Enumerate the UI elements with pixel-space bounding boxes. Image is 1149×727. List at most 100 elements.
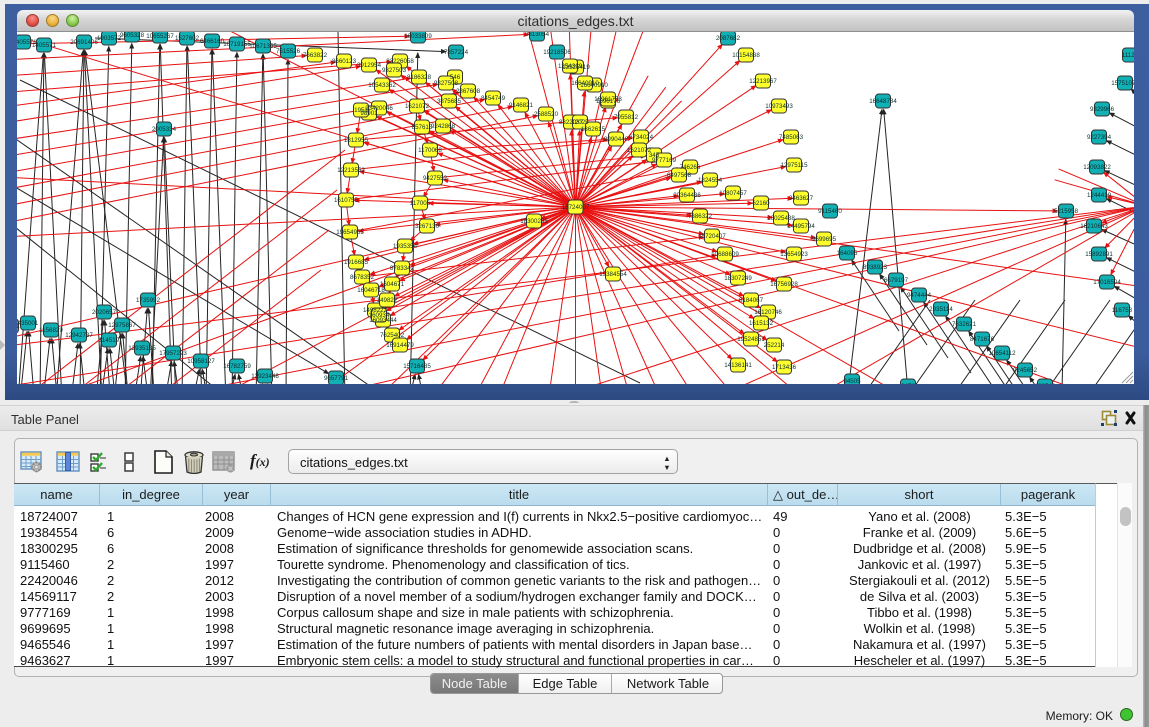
svg-text:7625402: 7625402 <box>380 332 405 339</box>
svg-text:8476: 8476 <box>901 383 915 384</box>
svg-text:16120746: 16120746 <box>754 309 782 316</box>
svg-text:746266: 746266 <box>680 164 701 171</box>
svg-text:9227394: 9227394 <box>1087 134 1112 141</box>
svg-text:1713436: 1713436 <box>772 364 797 371</box>
svg-text:12213552: 12213552 <box>337 167 365 174</box>
svg-text:12935135: 12935135 <box>128 345 156 352</box>
svg-text:14495794: 14495794 <box>787 223 815 230</box>
svg-text:10973493: 10973493 <box>765 103 793 110</box>
svg-text:2005334: 2005334 <box>152 126 177 133</box>
svg-text:1824554: 1824554 <box>698 177 723 184</box>
svg-text:9329966: 9329966 <box>1090 106 1115 113</box>
svg-text:164095: 164095 <box>837 250 858 257</box>
svg-text:16046718: 16046718 <box>357 287 385 294</box>
svg-text:7485063: 7485063 <box>779 134 804 141</box>
svg-text:7663822: 7663822 <box>303 52 328 59</box>
svg-text:94505: 94505 <box>843 378 861 384</box>
svg-text:435001: 435001 <box>18 320 39 327</box>
svg-text:16961758: 16961758 <box>594 96 622 103</box>
svg-text:19218506: 19218506 <box>543 49 571 56</box>
svg-text:12213967: 12213967 <box>749 78 777 85</box>
svg-text:6679197: 6679197 <box>884 277 909 284</box>
svg-text:1935354: 1935354 <box>393 243 418 250</box>
svg-text:3875685: 3875685 <box>437 98 462 105</box>
svg-text:9327508: 9327508 <box>434 80 459 87</box>
svg-text:857613: 857613 <box>412 124 433 131</box>
svg-text:20691406: 20691406 <box>70 39 98 46</box>
svg-text:6466160: 6466160 <box>200 38 225 45</box>
svg-text:9777169: 9777169 <box>652 157 677 164</box>
svg-text:252214: 252214 <box>764 342 785 349</box>
svg-text:13654923: 13654923 <box>780 251 808 258</box>
svg-text:1953: 1953 <box>354 107 368 114</box>
svg-text:12923448: 12923448 <box>251 373 279 380</box>
svg-text:9427552: 9427552 <box>423 175 448 182</box>
svg-text:16033809: 16033809 <box>404 33 432 40</box>
svg-text:7515526: 7515526 <box>276 48 301 55</box>
svg-text:15720407: 15720407 <box>698 233 726 240</box>
svg-text:18307249: 18307249 <box>724 275 752 282</box>
svg-text:1735992: 1735992 <box>136 297 161 304</box>
svg-text:9463627: 9463627 <box>789 195 814 202</box>
svg-text:1527602: 1527602 <box>175 35 200 42</box>
svg-text:8938923: 8938923 <box>863 264 888 271</box>
svg-text:19384554: 19384554 <box>599 271 627 278</box>
svg-text:14136141: 14136141 <box>724 362 752 369</box>
svg-text:7386322: 7386322 <box>688 213 713 220</box>
svg-text:2020657: 2020657 <box>92 309 117 316</box>
svg-text:15892891: 15892891 <box>1085 251 1113 258</box>
svg-text:20364436: 20364436 <box>673 192 701 199</box>
svg-text:10719155: 10719155 <box>223 41 251 48</box>
svg-text:6497568: 6497568 <box>667 172 692 179</box>
svg-text:160934: 160934 <box>369 312 390 319</box>
svg-text:10958127: 10958127 <box>187 358 215 365</box>
svg-text:10654112: 10654112 <box>988 350 1016 357</box>
svg-text:9474444: 9474444 <box>907 292 932 299</box>
svg-text:1621072: 1621072 <box>405 103 430 110</box>
svg-text:8660123: 8660123 <box>332 58 357 65</box>
svg-text:8678352: 8678352 <box>350 274 375 281</box>
svg-text:7955812: 7955812 <box>614 114 639 121</box>
svg-text:2087682: 2087682 <box>716 35 741 42</box>
svg-text:7632621: 7632621 <box>952 321 977 328</box>
svg-text:9699695: 9699695 <box>812 236 837 243</box>
svg-text:10154838: 10154838 <box>732 52 760 59</box>
svg-text:3267130: 3267130 <box>415 223 440 230</box>
svg-text:1916685: 1916685 <box>344 259 369 266</box>
svg-text:1254319: 1254319 <box>558 63 583 70</box>
svg-text:1170068: 1170068 <box>418 147 442 154</box>
svg-text:2935114: 2935114 <box>929 306 953 313</box>
svg-text:8471676: 8471676 <box>970 336 995 343</box>
svg-text:12975115: 12975115 <box>780 162 808 169</box>
svg-text:8186328: 8186328 <box>407 74 432 81</box>
svg-text:18724007: 18724007 <box>562 204 590 211</box>
svg-text:16210643: 16210643 <box>1080 223 1108 230</box>
svg-text:8990448: 8990448 <box>604 136 629 143</box>
svg-text:1615132: 1615132 <box>749 320 774 327</box>
svg-text:19524851: 19524851 <box>737 336 765 343</box>
svg-text:6734024: 6734024 <box>629 134 654 141</box>
svg-text:10807457: 10807457 <box>719 190 747 197</box>
svg-text:17957223: 17957223 <box>159 350 187 357</box>
svg-text:2588520: 2588520 <box>534 111 559 118</box>
svg-text:12025: 12025 <box>571 119 589 126</box>
svg-text:16648784: 16648784 <box>869 98 897 105</box>
svg-text:11123: 11123 <box>1122 52 1134 59</box>
svg-text:149822: 149822 <box>377 297 398 304</box>
svg-text:10543362: 10543362 <box>368 82 396 89</box>
svg-text:9327503: 9327503 <box>382 67 407 74</box>
svg-text:19654955: 19654955 <box>336 229 364 236</box>
svg-text:1244419: 1244419 <box>1087 192 1112 199</box>
svg-text:9657791: 9657791 <box>324 375 349 382</box>
svg-text:1156829: 1156829 <box>39 327 63 334</box>
svg-text:8454749: 8454749 <box>481 95 506 102</box>
svg-text:9605328: 9605328 <box>120 32 145 39</box>
svg-text:117006: 117006 <box>410 200 431 207</box>
svg-text:114519: 114519 <box>99 337 120 344</box>
svg-text:12093822: 12093822 <box>1083 164 1111 171</box>
svg-text:12942737: 12942737 <box>65 332 93 339</box>
svg-text:18300295: 18300295 <box>520 218 548 225</box>
svg-text:10655267: 10655267 <box>146 33 174 40</box>
svg-text:8783342: 8783342 <box>390 265 415 272</box>
svg-text:9242868: 9242868 <box>431 123 456 130</box>
